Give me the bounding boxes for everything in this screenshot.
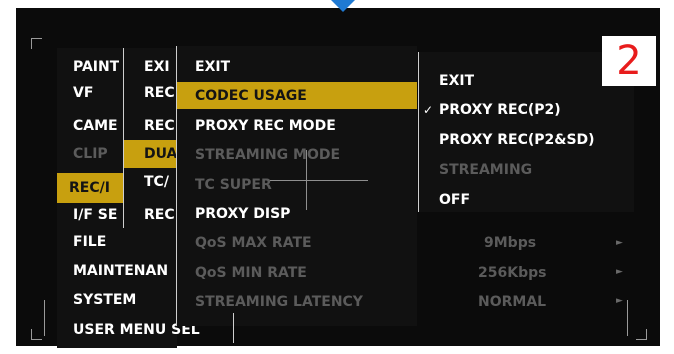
qos-min-rate-value: 256Kbps bbox=[478, 265, 547, 281]
frame-corner-bottom-right bbox=[636, 329, 647, 340]
option-exit[interactable]: EXIT bbox=[439, 72, 474, 90]
option-proxy-rec-p2-sd[interactable]: PROXY REC(P2&SD) bbox=[439, 131, 595, 149]
pointer-arrow-icon bbox=[331, 0, 355, 12]
streaming-latency-arrow-icon: ► bbox=[616, 296, 623, 306]
frame-corner-bottom-left bbox=[31, 329, 42, 340]
sub-menu-panel: EXI REC REC DUA TC/ REC bbox=[123, 48, 178, 228]
frame-guide-left bbox=[44, 300, 45, 336]
option-proxy-rec-p2[interactable]: PROXY REC(P2) bbox=[439, 101, 561, 119]
qos-max-rate-arrow-icon: ► bbox=[616, 238, 623, 248]
check-icon: ✓ bbox=[423, 103, 434, 117]
main-menu-item-clip[interactable]: CLIP bbox=[73, 145, 108, 163]
proxy-item-proxy-rec-mode[interactable]: PROXY REC MODE bbox=[195, 117, 336, 135]
frame-guide-right bbox=[627, 300, 628, 336]
streaming-latency-value: NORMAL bbox=[478, 294, 547, 310]
main-menu-item-paint[interactable]: PAINT bbox=[73, 58, 119, 76]
option-off[interactable]: OFF bbox=[439, 191, 470, 209]
qos-min-rate-arrow-icon: ► bbox=[616, 267, 623, 277]
frame-corner-top-left bbox=[31, 38, 42, 49]
sub-menu-item-rec-1[interactable]: REC bbox=[144, 84, 175, 102]
proxy-item-exit[interactable]: EXIT bbox=[195, 58, 230, 76]
main-menu-item-vf[interactable]: VF bbox=[73, 84, 93, 102]
proxy-item-tc-super[interactable]: TC SUPER bbox=[195, 176, 272, 194]
proxy-item-proxy-disp[interactable]: PROXY DISP bbox=[195, 205, 290, 223]
user-menu-divider bbox=[233, 313, 234, 343]
proxy-item-streaming-latency[interactable]: STREAMING LATENCY bbox=[195, 293, 363, 311]
proxy-item-codec-usage[interactable]: CODEC USAGE bbox=[177, 82, 417, 109]
sub-menu-item-dual[interactable]: DUA bbox=[124, 140, 178, 168]
crosshair-horizontal bbox=[270, 180, 368, 181]
option-streaming[interactable]: STREAMING bbox=[439, 161, 532, 179]
proxy-item-qos-min-rate[interactable]: QoS MIN RATE bbox=[195, 264, 307, 282]
main-menu-item-system[interactable]: SYSTEM bbox=[73, 291, 136, 309]
sub-menu-item-rec-3[interactable]: REC bbox=[144, 206, 175, 224]
proxy-menu-panel: EXIT CODEC USAGE PROXY REC MODE STREAMIN… bbox=[176, 46, 417, 326]
main-menu-item-maintenance[interactable]: MAINTENAN bbox=[73, 262, 173, 280]
sub-menu-item-tc[interactable]: TC/ bbox=[144, 173, 169, 191]
main-menu-item-rec-io[interactable]: REC/I bbox=[57, 173, 127, 203]
step-number-badge: 2 bbox=[602, 36, 656, 86]
proxy-item-streaming-mode[interactable]: STREAMING MODE bbox=[195, 146, 340, 164]
qos-max-rate-value: 9Mbps bbox=[484, 235, 537, 251]
main-menu-item-file[interactable]: FILE bbox=[73, 233, 106, 251]
sub-menu-item-exit[interactable]: EXI bbox=[144, 58, 170, 76]
proxy-item-qos-max-rate[interactable]: QoS MAX RATE bbox=[195, 234, 312, 252]
main-menu-item-if-setup[interactable]: I/F SE bbox=[73, 206, 117, 224]
sub-menu-item-rec-2[interactable]: REC bbox=[144, 117, 175, 135]
main-menu-item-camera[interactable]: CAME bbox=[73, 117, 118, 135]
